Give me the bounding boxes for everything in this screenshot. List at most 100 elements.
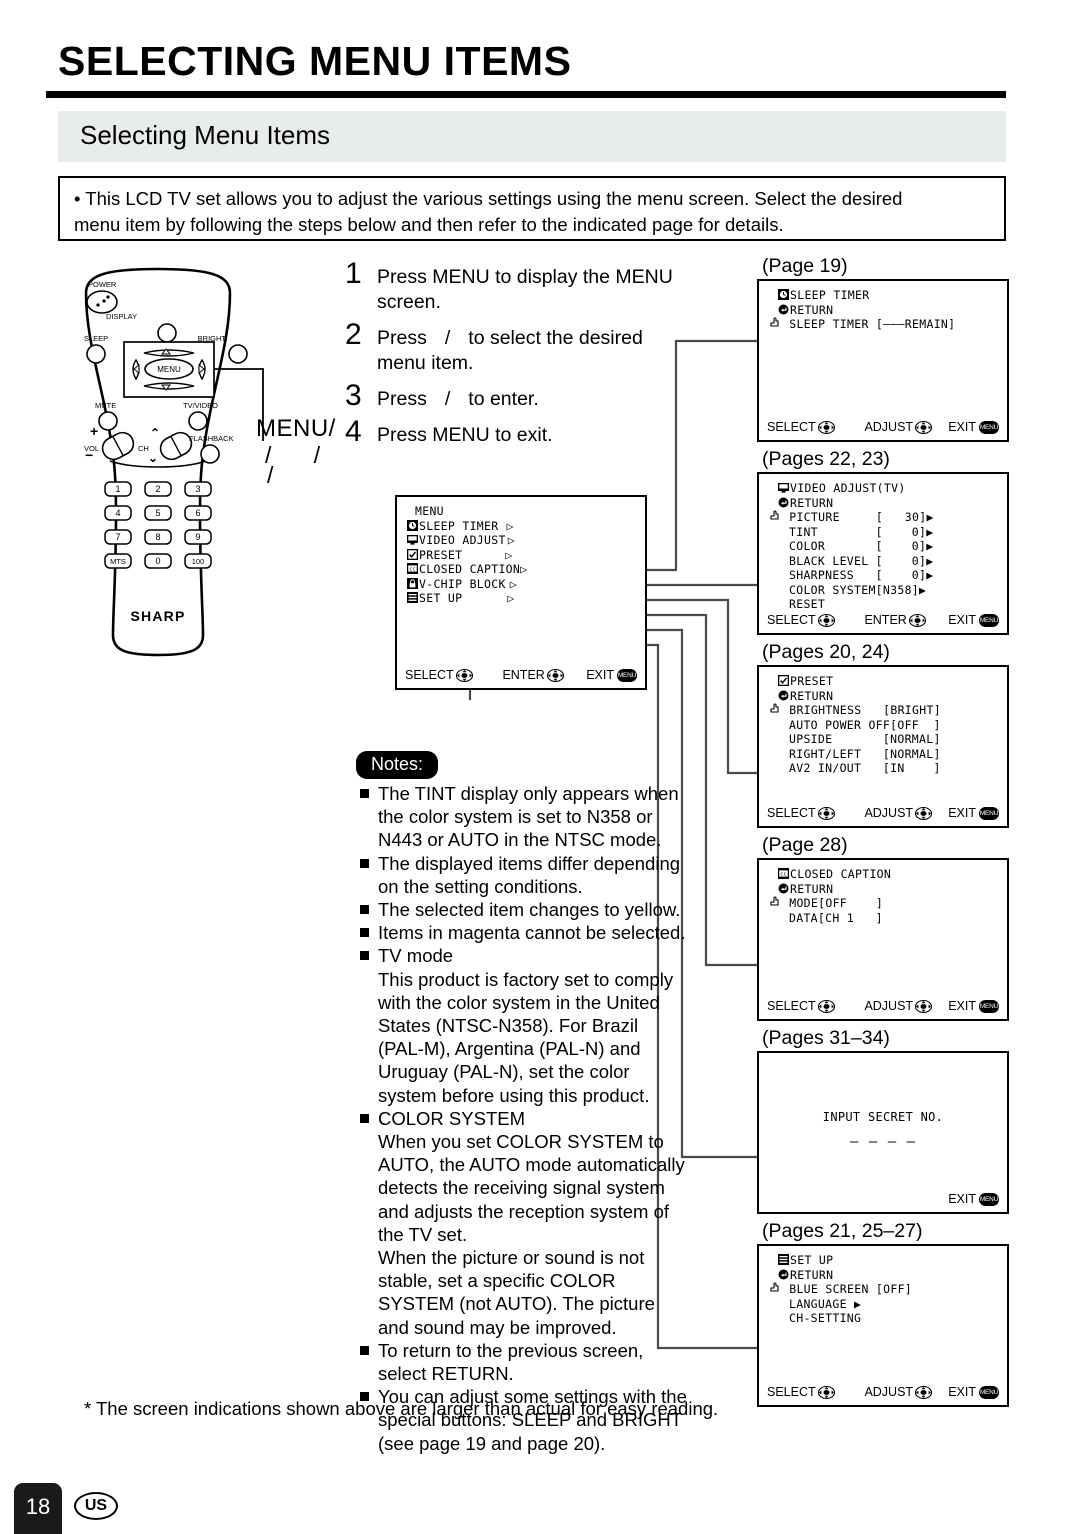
notes-badge: Notes:: [356, 751, 439, 779]
osd-footer: SELECT ADJUST EXIT MENU: [759, 999, 1007, 1013]
osd-row[interactable]: TINT [ 0]▶: [759, 525, 1007, 540]
osd-row[interactable]: AUTO POWER OFF[OFF ]: [759, 718, 1007, 733]
osd-header: SET UP: [759, 1253, 1007, 1268]
osd-return-row[interactable]: RETURN: [759, 882, 1007, 897]
osd-row[interactable]: LANGUAGE ▶: [759, 1297, 1007, 1312]
footer-select-label: SELECT: [767, 999, 816, 1013]
note-line: with the color system in the United: [378, 991, 660, 1013]
osd-row[interactable]: SHARPNESS [ 0]▶: [759, 568, 1007, 583]
pointing-hand-icon: [769, 510, 782, 522]
osd-row[interactable]: MODE[OFF ]: [759, 896, 1007, 911]
note-line: Items in magenta cannot be selected.: [378, 922, 686, 944]
return-icon: [778, 690, 789, 701]
menu-screen-title: MENU: [415, 504, 444, 518]
region-badge: US: [74, 1492, 118, 1520]
osd-row[interactable]: BLACK LEVEL [ 0]▶: [759, 554, 1007, 569]
footer-exit-label: EXIT: [948, 613, 976, 627]
osd-return-row[interactable]: RETURN: [759, 689, 1007, 704]
chevron-right-icon: ▷: [505, 547, 513, 562]
return-icon: [778, 1269, 789, 1280]
list-icon: [407, 592, 418, 603]
chevron-right-icon: ▷: [507, 533, 515, 547]
footer-adjust-label: ADJUST: [864, 806, 914, 820]
svg-text:cc: cc: [780, 872, 787, 878]
monitor-icon: [778, 482, 789, 493]
osd-row[interactable]: SLEEP TIMER [———REMAIN]: [759, 317, 1007, 332]
menu-item-closed-caption[interactable]: cc CLOSED CAPTION▷: [397, 562, 645, 577]
osd-return-row[interactable]: RETURN: [759, 1268, 1007, 1283]
clock-icon: [778, 289, 789, 300]
bullet-icon: [360, 951, 369, 961]
osd-row[interactable]: UPSIDE [NORMAL]: [759, 732, 1007, 747]
osd-row[interactable]: PICTURE [ 30]▶: [759, 510, 1007, 525]
menu-item-label: PRESET: [419, 547, 463, 562]
osd-row[interactable]: DATA[CH 1 ]: [759, 911, 1007, 926]
menu-item-video-adjust[interactable]: VIDEO ADJUST ▷: [397, 533, 645, 548]
menu-item-preset[interactable]: PRESET ▷: [397, 548, 645, 563]
dpad-icon: [915, 1385, 933, 1399]
osd-caption-preset: (Pages 20, 24): [762, 641, 890, 663]
note-line: and adjusts the reception system of: [378, 1200, 670, 1222]
note-line: select RETURN.: [378, 1363, 514, 1385]
osd-header: SLEEP TIMER: [759, 288, 1007, 303]
clock-icon: [407, 519, 418, 531]
secret-number-input[interactable]: — — — —: [759, 1125, 1007, 1150]
dpad-icon: [817, 806, 835, 820]
menu-key-icon: MENU: [978, 806, 999, 820]
osd-screen-video-adjust: VIDEO ADJUST(TV) RETURN PICTURE [ 30]▶ T…: [757, 472, 1009, 635]
footer-exit-label: EXIT: [586, 668, 614, 682]
note-item: COLOR SYSTEM When you set COLOR SYSTEM t…: [360, 1107, 690, 1339]
osd-footer: SELECT ENTER EXIT MENU: [759, 613, 1007, 627]
menu-key-icon: MENU: [978, 420, 999, 434]
osd-screen-closed-caption: cc CLOSED CAPTION RETURN MODE[OFF ] DATA[…: [757, 858, 1009, 1021]
osd-main-menu-screen: MENU SLEEP TIMER ▷ VIDEO ADJUST ▷ PRESET ▷ …: [395, 495, 647, 690]
note-line: AUTO, the AUTO mode automatically: [378, 1154, 685, 1176]
osd-row[interactable]: COLOR [ 0]▶: [759, 539, 1007, 554]
osd-row[interactable]: BLUE SCREEN [OFF]: [759, 1282, 1007, 1297]
dpad-icon: [817, 999, 835, 1013]
footer-exit-label: EXIT: [948, 1192, 976, 1206]
footer-exit-label: EXIT: [948, 1385, 976, 1399]
osd-header: VIDEO ADJUST(TV): [759, 481, 1007, 496]
note-item: TV mode This product is factory set to c…: [360, 944, 690, 1106]
bullet-icon: [360, 858, 369, 868]
return-icon: [778, 883, 789, 894]
osd-return-row[interactable]: RETURN: [759, 496, 1007, 511]
menu-screen-footer: SELECT ENTER EXIT MENU: [397, 668, 645, 682]
menu-item-set-up[interactable]: SET UP ▷: [397, 591, 645, 606]
note-line: on the setting conditions.: [378, 875, 583, 897]
return-icon: [778, 304, 789, 315]
menu-item-v-chip-block[interactable]: V-CHIP BLOCK ▷: [397, 577, 645, 592]
osd-screen-preset: PRESET RETURN BRIGHTNESS [BRIGHT] AUTO P…: [757, 665, 1009, 828]
menu-item-label: SET UP: [419, 591, 463, 605]
note-line: COLOR SYSTEM: [378, 1107, 525, 1129]
osd-row[interactable]: AV2 IN/OUT [IN ]: [759, 761, 1007, 776]
menu-key-icon: MENU: [978, 999, 999, 1013]
osd-row[interactable]: CH-SETTING: [759, 1311, 1007, 1326]
note-line: The displayed items differ depending: [378, 852, 681, 874]
lock-icon: [407, 577, 418, 589]
osd-row[interactable]: BRIGHTNESS [BRIGHT]: [759, 703, 1007, 718]
note-line: the TV set.: [378, 1223, 468, 1245]
osd-header: PRESET: [759, 674, 1007, 689]
menu-item-sleep-timer[interactable]: SLEEP TIMER ▷: [397, 519, 645, 534]
menu-key-icon: MENU: [616, 668, 637, 682]
osd-caption-video-adjust: (Pages 22, 23): [762, 448, 890, 470]
dpad-icon: [817, 613, 835, 627]
osd-row[interactable]: RESET: [759, 597, 1007, 612]
pointing-hand-icon: [769, 317, 782, 329]
osd-caption-sleep-timer: (Page 19): [762, 255, 848, 277]
note-line: system before using this product.: [378, 1084, 650, 1106]
osd-row[interactable]: COLOR SYSTEM[N358]▶: [759, 583, 1007, 598]
osd-return-row[interactable]: RETURN: [759, 303, 1007, 318]
osd-row[interactable]: RIGHT/LEFT [NORMAL]: [759, 747, 1007, 762]
osd-row-label: BRIGHTNESS [BRIGHT]: [789, 703, 941, 717]
note-item: Items in magenta cannot be selected.: [360, 921, 690, 944]
osd-return-label: RETURN: [790, 688, 834, 703]
footer-select-label: SELECT: [767, 420, 816, 434]
footnote: * The screen indications shown above are…: [84, 1398, 719, 1419]
osd-caption-closed-caption: (Page 28): [762, 834, 848, 856]
menu-item-label: CLOSED CAPTION: [419, 562, 521, 576]
osd-screen-set-up: SET UP RETURN BLUE SCREEN [OFF] LANGUAGE…: [757, 1244, 1009, 1407]
menu-item-label: V-CHIP BLOCK: [419, 576, 506, 591]
